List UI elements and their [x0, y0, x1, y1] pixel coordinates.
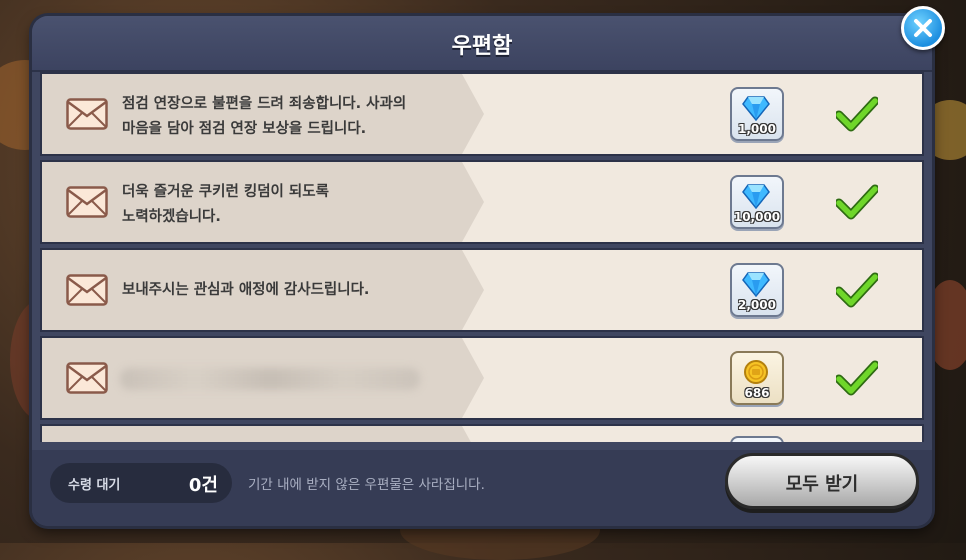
envelope-icon [66, 186, 108, 218]
mail-item[interactable]: 686 [40, 336, 924, 420]
reward-amount: 686 [744, 386, 770, 400]
envelope-icon [66, 98, 108, 130]
mail-message: 더욱 즐거운 쿠키런 킹덤이 되도록 노력하겠습니다. [122, 184, 329, 225]
reward-amount: 2,000 [738, 298, 776, 312]
mail-item[interactable]: 점검 연장으로 불편을 드려 죄송합니다. 사과의 마음을 담아 점검 연장 보… [40, 72, 924, 156]
close-button[interactable] [901, 6, 945, 50]
crystal-icon [742, 184, 770, 209]
panel-header: 우편함 [32, 16, 932, 72]
expiry-notice: 기간 내에 받지 않은 우편물은 사라집니다. [248, 477, 485, 493]
pending-counter: 수령 대기 0건 [50, 463, 232, 503]
crystal-icon [742, 272, 770, 297]
close-icon [914, 19, 932, 37]
reward-amount: 10,000 [733, 210, 781, 224]
mail-list[interactable]: 점검 연장으로 불편을 드려 죄송합니다. 사과의 마음을 담아 점검 연장 보… [40, 72, 926, 442]
footer-bar: 수령 대기 0건 기간 내에 받지 않은 우편물은 사라집니다. 모두 받기 [32, 450, 932, 526]
reward-slot[interactable]: 10,000 [730, 175, 784, 229]
check-icon[interactable] [836, 96, 878, 132]
claim-all-button[interactable]: 모두 받기 [725, 453, 919, 509]
pending-label: 수령 대기 [68, 478, 121, 493]
claim-all-label: 모두 받기 [785, 474, 859, 495]
reward-slot[interactable] [730, 436, 784, 442]
coin-icon [744, 360, 768, 384]
pending-count: 0건 [188, 475, 218, 496]
check-icon[interactable] [836, 272, 878, 308]
mail-item[interactable]: 보내주시는 관심과 애정에 감사드립니다. 2,000 [40, 248, 924, 332]
check-icon[interactable] [836, 360, 878, 396]
crystal-icon [742, 96, 770, 121]
reward-slot[interactable]: 686 [730, 351, 784, 405]
mail-message-blurred [120, 368, 420, 390]
mail-item[interactable]: 더욱 즐거운 쿠키런 킹덤이 되도록 노력하겠습니다. 10,000 [40, 160, 924, 244]
envelope-icon [66, 362, 108, 394]
mail-item[interactable] [40, 424, 924, 442]
mail-message: 점검 연장으로 불편을 드려 죄송합니다. 사과의 마음을 담아 점검 연장 보… [122, 96, 407, 137]
mail-message: 보내주시는 관심과 애정에 감사드립니다. [122, 282, 370, 298]
check-icon[interactable] [836, 184, 878, 220]
reward-slot[interactable]: 1,000 [730, 87, 784, 141]
reward-amount: 1,000 [738, 122, 776, 136]
reward-slot[interactable]: 2,000 [730, 263, 784, 317]
envelope-icon [66, 274, 108, 306]
panel-title: 우편함 [451, 34, 513, 59]
